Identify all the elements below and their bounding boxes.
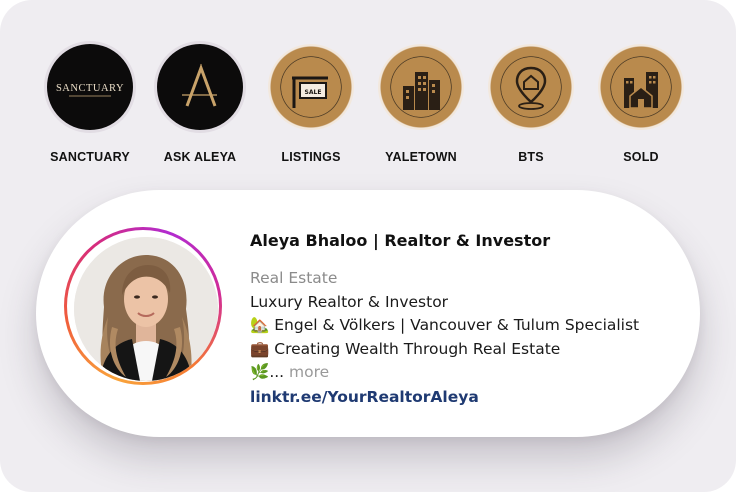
avatar[interactable] [74, 237, 218, 381]
highlight-sold[interactable]: SOLD [586, 44, 696, 164]
highlight-listings[interactable]: SALE LISTINGS [256, 44, 366, 164]
highlight-label: BTS [518, 150, 544, 164]
profile-category: Real Estate [250, 269, 338, 287]
highlight-sold-cover [598, 44, 684, 130]
more-button[interactable]: more [289, 363, 329, 381]
highlight-label: ASK ALEYA [163, 150, 237, 164]
bio-truncated-line: 🌿... more [250, 361, 690, 385]
story-highlights: SANCTUARY SANCTUARY ASK ALEYA SALE LISTI… [28, 44, 708, 174]
bio-line: 🏡 Engel & Völkers | Vancouver & Tulum Sp… [250, 314, 690, 338]
bio-ellipsis: ... [269, 363, 285, 381]
highlight-sanctuary-cover: SANCTUARY [47, 44, 133, 130]
sale-sign-icon: SALE [281, 57, 341, 117]
house-emoji-icon: 🏡 [250, 316, 270, 334]
house-location-pin-icon [501, 57, 561, 117]
highlight-label: LISTINGS [281, 150, 341, 164]
profile-name: Aleya Bhaloo | Realtor & Investor [250, 231, 551, 250]
sale-sign-text: SALE [305, 89, 322, 96]
monogram-a-stroke [185, 63, 217, 107]
profile-card: Aleya Bhaloo | Realtor & Investor Real E… [36, 190, 700, 437]
city-buildings-icon [391, 57, 451, 117]
highlight-bts-cover [488, 44, 574, 130]
briefcase-emoji-icon: 💼 [250, 339, 270, 358]
highlight-listings-cover: SALE [268, 44, 354, 130]
sanctuary-wordmark-icon: SANCTUARY [56, 83, 124, 97]
profile-photo [74, 237, 218, 381]
highlight-ask-aleya[interactable]: ASK ALEYA [145, 44, 255, 164]
highlight-label: YALETOWN [385, 150, 457, 164]
instagram-profile-panel: SANCTUARY SANCTUARY ASK ALEYA SALE LISTI… [0, 0, 736, 492]
profile-link[interactable]: linktr.ee/YourRealtorAleya [250, 385, 479, 409]
highlight-bts[interactable]: BTS [476, 44, 586, 164]
sanctuary-wordmark-text: SANCTUARY [56, 83, 124, 94]
bio-line-text: Creating Wealth Through Real Estate [274, 339, 561, 358]
herb-emoji-icon: 🌿 [250, 363, 270, 381]
bio-line: Luxury Realtor & Investor [250, 292, 449, 311]
bio-line: 💼 Creating Wealth Through Real Estate [250, 338, 690, 362]
highlight-yaletown-cover [378, 44, 464, 130]
highlight-ask-aleya-cover [157, 44, 243, 130]
house-buildings-icon [611, 57, 671, 117]
highlight-yaletown[interactable]: YALETOWN [366, 44, 476, 164]
highlight-label: SOLD [623, 150, 659, 164]
a-monogram-icon [182, 63, 217, 107]
highlight-sanctuary[interactable]: SANCTUARY SANCTUARY [35, 44, 145, 164]
profile-info: Aleya Bhaloo | Realtor & Investor Real E… [250, 230, 690, 409]
bio-line-text: Engel & Völkers | Vancouver & Tulum Spec… [274, 316, 640, 334]
highlight-label: SANCTUARY [50, 150, 130, 164]
story-ring[interactable] [64, 227, 222, 385]
